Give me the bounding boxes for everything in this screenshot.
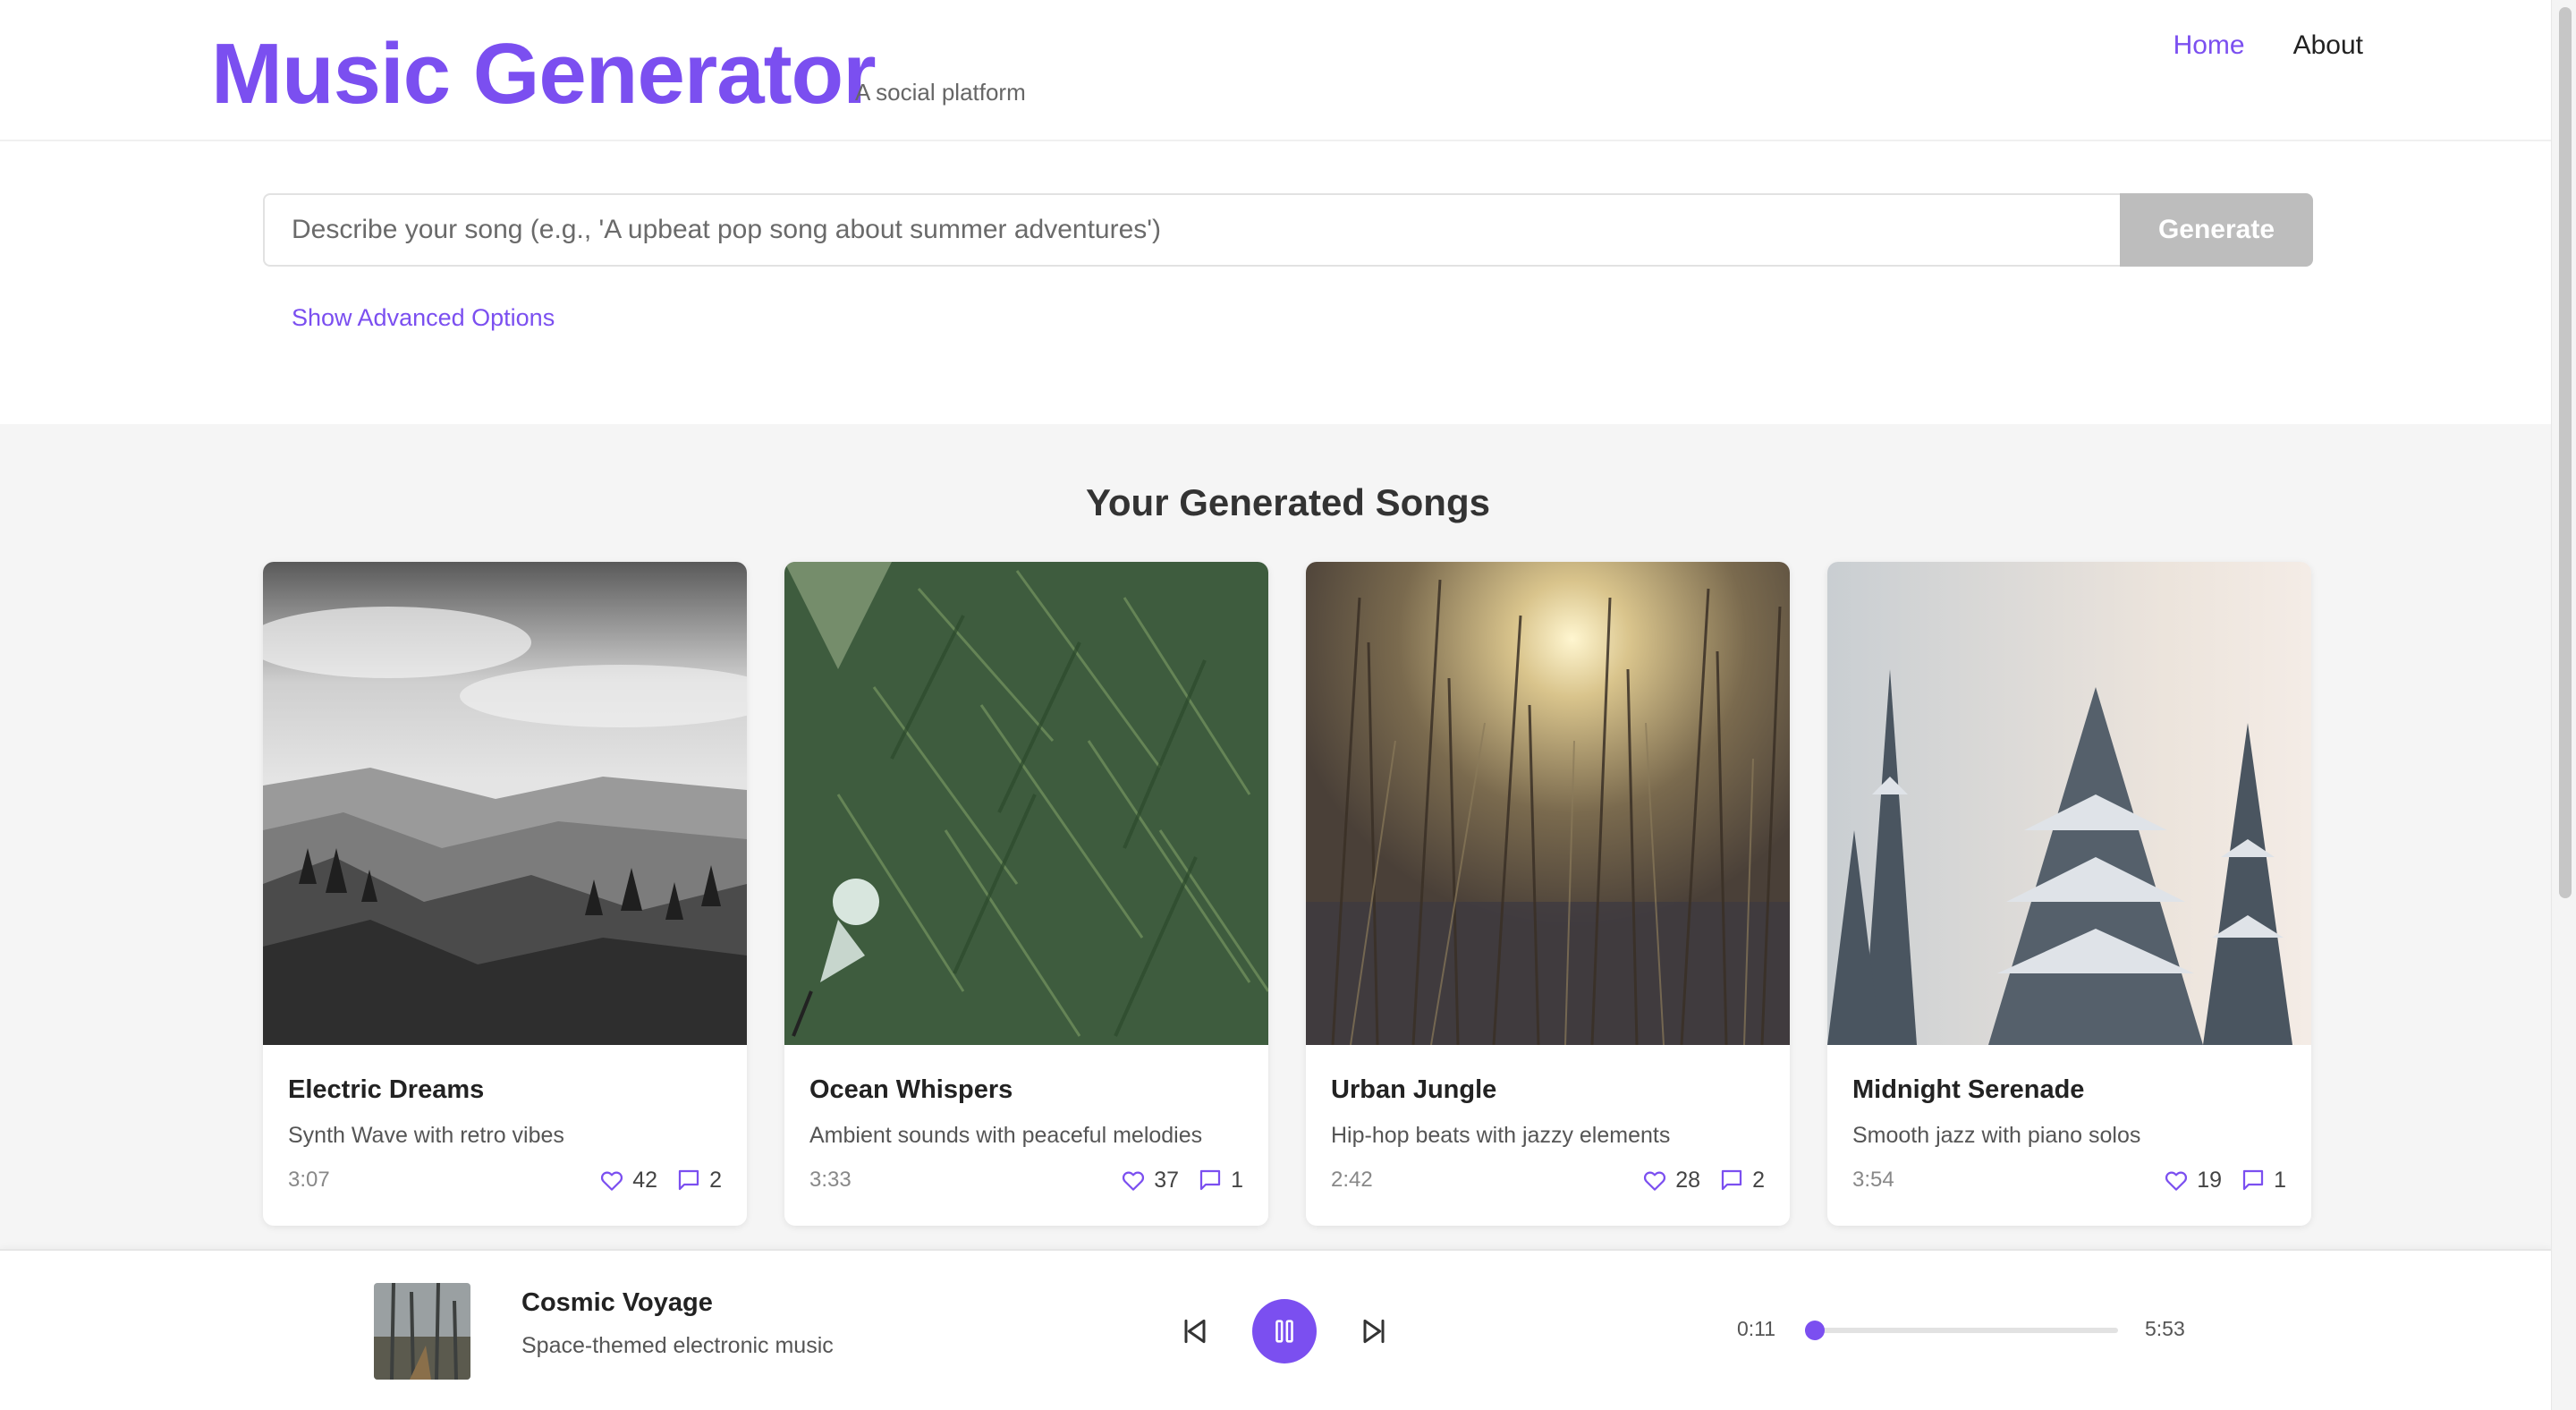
prompt-row: Generate: [263, 193, 2313, 267]
show-advanced-options-link[interactable]: Show Advanced Options: [292, 304, 555, 332]
comment-count: 1: [1231, 1167, 1243, 1193]
playback-controls: [1177, 1299, 1392, 1363]
now-playing-cover: [374, 1283, 470, 1380]
nav-home-link[interactable]: Home: [2174, 30, 2245, 61]
prompt-area: Generate Show Advanced Options: [0, 143, 2551, 422]
progress-handle[interactable]: [1804, 1321, 1825, 1340]
song-stats: 19 1: [2163, 1167, 2286, 1193]
heart-icon: [2165, 1171, 2188, 1191]
comment-count: 2: [709, 1167, 722, 1193]
skip-back-icon: [1184, 1319, 1206, 1344]
section-title: Your Generated Songs: [1086, 481, 1490, 523]
app-title: Music Generator: [211, 26, 877, 122]
like-count: 19: [2197, 1167, 2223, 1193]
comment-count: 1: [2274, 1167, 2286, 1193]
comment-button[interactable]: 2: [1718, 1167, 1765, 1193]
like-button[interactable]: 28: [1641, 1167, 1700, 1193]
generated-songs-section: Your Generated Songs Electric Dreams Syn…: [0, 424, 2551, 1251]
song-card-grid: Electric Dreams Synth Wave with retro vi…: [263, 562, 2313, 1226]
song-duration: 2:42: [1331, 1168, 1373, 1192]
song-card-body: Ocean Whispers Ambient sounds with peace…: [809, 1045, 1243, 1193]
song-title: Midnight Serenade: [1852, 1075, 2085, 1104]
audio-player: Cosmic Voyage Space-themed electronic mu…: [0, 1249, 2551, 1410]
heart-icon: [1644, 1171, 1666, 1191]
song-description: Hip-hop beats with jazzy elements: [1331, 1123, 1671, 1148]
song-stats: 37 1: [1120, 1167, 1243, 1193]
comment-button[interactable]: 1: [2240, 1167, 2286, 1193]
comment-icon: [678, 1169, 699, 1191]
current-time: 0:11: [1737, 1317, 1776, 1340]
song-cover-image: [1827, 562, 2311, 1045]
song-card[interactable]: Midnight Serenade Smooth jazz with piano…: [1827, 562, 2311, 1226]
song-cover-image: [263, 562, 747, 1045]
song-card-body: Electric Dreams Synth Wave with retro vi…: [288, 1045, 722, 1193]
vertical-scrollbar[interactable]: [2551, 0, 2576, 1410]
total-time: 5:53: [2145, 1317, 2185, 1340]
scrollbar-thumb[interactable]: [2559, 7, 2572, 898]
pause-icon: [1275, 1320, 1293, 1343]
song-title: Urban Jungle: [1331, 1075, 1497, 1104]
like-count: 28: [1675, 1167, 1701, 1193]
song-cover-image: [1306, 562, 1790, 1045]
pause-button[interactable]: [1252, 1299, 1317, 1363]
song-stats: 42 2: [598, 1167, 722, 1193]
comment-icon: [1199, 1169, 1221, 1191]
like-count: 37: [1154, 1167, 1180, 1193]
like-button[interactable]: 42: [598, 1167, 657, 1193]
header: Music Generator A social platform Home A…: [0, 0, 2551, 141]
main-nav: Home About: [2174, 30, 2363, 61]
song-card-body: Urban Jungle Hip-hop beats with jazzy el…: [1331, 1045, 1765, 1193]
song-description: Ambient sounds with peaceful melodies: [809, 1123, 1203, 1148]
now-playing-description: Space-themed electronic music: [521, 1333, 834, 1358]
previous-button[interactable]: [1177, 1313, 1213, 1349]
song-duration: 3:33: [809, 1168, 852, 1192]
page: Music Generator A social platform Home A…: [0, 0, 2576, 1410]
nav-about-link[interactable]: About: [2293, 30, 2363, 61]
like-button[interactable]: 37: [1120, 1167, 1179, 1193]
song-meta: 3:54 19 1: [1852, 1167, 2286, 1193]
comment-icon: [1721, 1169, 1742, 1191]
like-button[interactable]: 19: [2163, 1167, 2222, 1193]
song-card-body: Midnight Serenade Smooth jazz with piano…: [1852, 1045, 2286, 1193]
progress-slider[interactable]: [1804, 1321, 2118, 1340]
song-title: Ocean Whispers: [809, 1075, 1013, 1104]
heart-icon: [1123, 1171, 1145, 1191]
like-count: 42: [632, 1167, 658, 1193]
skip-forward-icon: [1363, 1319, 1385, 1344]
song-duration: 3:07: [288, 1168, 330, 1192]
song-meta: 2:42 28 2: [1331, 1167, 1765, 1193]
app-subtitle: A social platform: [855, 79, 1026, 106]
comment-count: 2: [1752, 1167, 1765, 1193]
comment-button[interactable]: 2: [675, 1167, 722, 1193]
song-duration: 3:54: [1852, 1168, 1894, 1192]
song-stats: 28 2: [1641, 1167, 1765, 1193]
song-meta: 3:07 42 2: [288, 1167, 722, 1193]
song-description: Smooth jazz with piano solos: [1852, 1123, 2141, 1148]
song-card[interactable]: Urban Jungle Hip-hop beats with jazzy el…: [1306, 562, 1790, 1226]
song-description: Synth Wave with retro vibes: [288, 1123, 564, 1148]
heart-icon: [601, 1171, 623, 1191]
song-meta: 3:33 37 1: [809, 1167, 1243, 1193]
song-description-input[interactable]: [263, 193, 2120, 267]
comment-icon: [2242, 1169, 2264, 1191]
now-playing-title: Cosmic Voyage: [521, 1288, 713, 1317]
song-card[interactable]: Ocean Whispers Ambient sounds with peace…: [784, 562, 1268, 1226]
song-cover-image: [784, 562, 1268, 1045]
generate-button[interactable]: Generate: [2120, 193, 2313, 267]
song-card[interactable]: Electric Dreams Synth Wave with retro vi…: [263, 562, 747, 1226]
comment-button[interactable]: 1: [1197, 1167, 1243, 1193]
next-button[interactable]: [1356, 1313, 1392, 1349]
song-title: Electric Dreams: [288, 1075, 485, 1104]
